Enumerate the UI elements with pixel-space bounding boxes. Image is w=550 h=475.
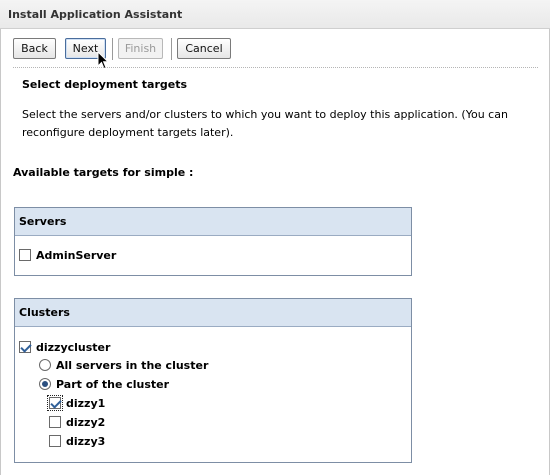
dizzycluster-label: dizzycluster (36, 341, 111, 354)
servers-panel-header: Servers (15, 208, 411, 236)
dizzycluster-checkbox[interactable] (19, 341, 31, 353)
dizzy3-checkbox[interactable] (49, 435, 61, 447)
dizzy3-label: dizzy3 (66, 435, 106, 448)
finish-button[interactable]: Finish (118, 38, 163, 59)
dizzy1-label: dizzy1 (66, 397, 106, 410)
dizzy2-checkbox[interactable] (49, 416, 61, 428)
member-row-dizzy3[interactable]: dizzy3 (49, 434, 105, 450)
window-title: Install Application Assistant (8, 8, 183, 21)
cancel-button[interactable]: Cancel (177, 38, 231, 59)
dizzy2-label: dizzy2 (66, 416, 106, 429)
available-targets-label: Available targets for simple : (13, 166, 194, 179)
frame-border-left (0, 29, 1, 475)
option-all-servers[interactable]: All servers in the cluster (39, 358, 208, 374)
server-row-adminserver[interactable]: AdminServer (19, 248, 116, 264)
page-heading: Select deployment targets (22, 78, 188, 91)
all-servers-label: All servers in the cluster (56, 359, 209, 372)
toolbar-separator (171, 38, 172, 60)
servers-panel: Servers (14, 207, 412, 276)
member-row-dizzy1[interactable]: dizzy1 (47, 395, 106, 412)
option-part-of-cluster[interactable]: Part of the cluster (39, 377, 169, 393)
all-servers-radio[interactable] (39, 359, 51, 371)
adminserver-label: AdminServer (36, 249, 117, 262)
page-description: Select the servers and/or clusters to wh… (22, 108, 508, 139)
cluster-row-dizzycluster[interactable]: dizzycluster (19, 340, 110, 356)
back-button[interactable]: Back (13, 38, 56, 59)
section-divider (13, 67, 538, 68)
member-row-dizzy2[interactable]: dizzy2 (49, 415, 105, 431)
toolbar-separator (112, 38, 113, 60)
adminserver-checkbox[interactable] (19, 249, 31, 261)
part-of-cluster-label: Part of the cluster (56, 378, 170, 391)
title-bar: Install Application Assistant (0, 0, 550, 29)
part-of-cluster-radio[interactable] (39, 378, 51, 390)
dizzy1-checkbox[interactable] (47, 395, 63, 411)
clusters-panel-header: Clusters (15, 299, 411, 327)
